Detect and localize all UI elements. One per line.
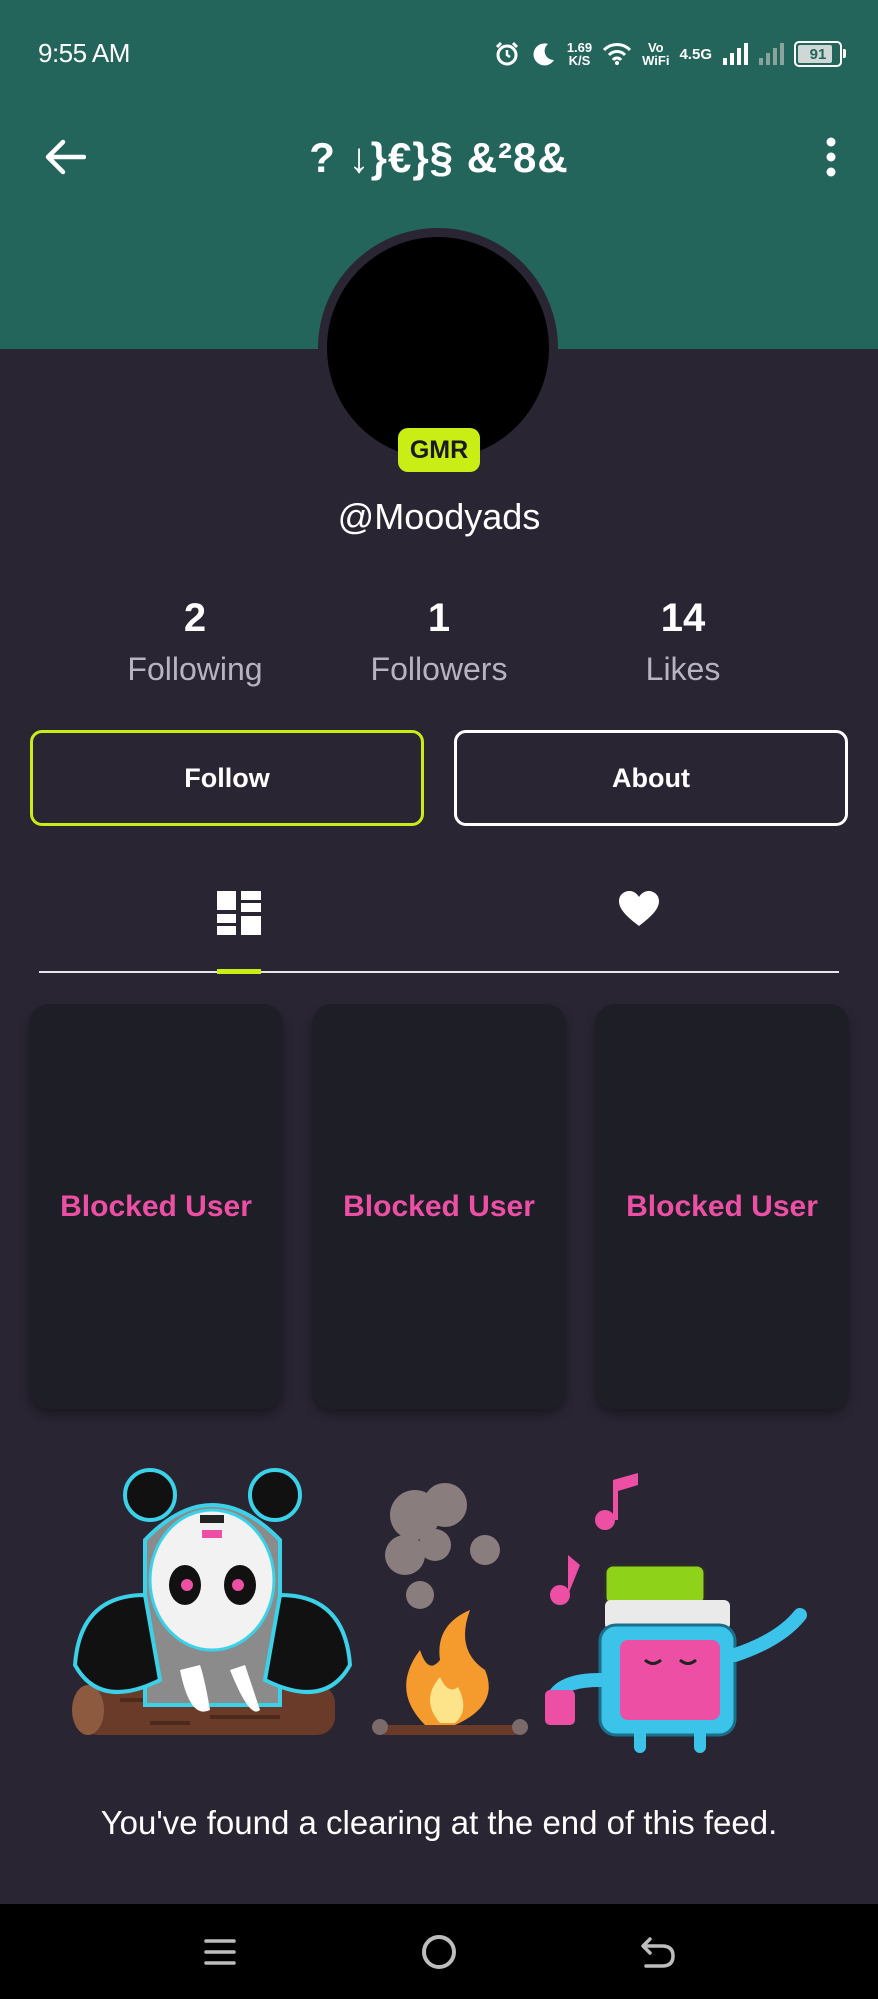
back-icon	[641, 1937, 675, 1968]
system-navigation-bar	[0, 1904, 878, 1999]
smoke-icon	[385, 1483, 500, 1609]
more-vertical-icon	[826, 137, 836, 177]
stat-label: Likes	[645, 651, 721, 687]
page-title: ? ↓}€}§ &²8&	[309, 134, 569, 181]
signal-icon	[723, 43, 748, 65]
blocked-user-label: Blocked User	[626, 1189, 818, 1223]
signal-weak-icon	[759, 43, 784, 65]
stat-value: 2	[183, 596, 207, 640]
end-of-feed-illustration	[72, 1468, 807, 1753]
tabs-divider	[39, 971, 839, 973]
moon-icon	[533, 43, 554, 66]
battery-icon: 91	[794, 41, 846, 67]
system-back-button[interactable]	[628, 1922, 688, 1982]
panda-character-icon	[72, 1468, 353, 1712]
stat-value: 14	[660, 596, 706, 640]
home-button[interactable]	[409, 1922, 469, 1982]
wifi-icon	[603, 43, 632, 65]
follow-button[interactable]: Follow	[30, 730, 424, 826]
grid-icon	[217, 891, 261, 935]
tab-selected-indicator	[217, 969, 261, 974]
blocked-user-label: Blocked User	[60, 1189, 252, 1223]
recent-apps-button[interactable]	[190, 1922, 250, 1982]
about-button[interactable]: About	[454, 730, 848, 826]
tab-posts[interactable]	[194, 860, 284, 970]
network-type: 4.5G	[679, 45, 712, 63]
grid-item[interactable]: Blocked User	[595, 1004, 849, 1409]
campfire-icon	[372, 1610, 528, 1735]
heart-icon	[619, 891, 659, 926]
status-icons: 1.69 K/S Vo WiFi 4.5G 91	[493, 36, 846, 72]
stat-label: Followers	[370, 651, 508, 687]
end-of-feed-message: You've found a clearing at the end of th…	[100, 1804, 778, 1841]
stat-following[interactable]: 2 Following	[75, 596, 315, 688]
tab-likes[interactable]	[594, 860, 684, 970]
stat-value: 1	[427, 596, 451, 640]
menu-icon	[204, 1939, 236, 1965]
stat-followers[interactable]: 1 Followers	[319, 596, 559, 688]
more-options-button[interactable]	[806, 132, 856, 182]
alarm-icon	[495, 41, 518, 66]
content-grid: Blocked User Blocked User Blocked User	[29, 1004, 849, 1409]
grid-item[interactable]: Blocked User	[312, 1004, 566, 1409]
blocked-user-label: Blocked User	[343, 1189, 535, 1223]
home-icon	[422, 1935, 456, 1969]
grid-item[interactable]: Blocked User	[29, 1004, 283, 1409]
stat-label: Following	[127, 651, 263, 687]
content-tabs	[39, 860, 839, 974]
battery-level: 91	[809, 45, 827, 63]
top-app-bar: ? ↓}€}§ &²8&	[0, 110, 878, 200]
stat-likes[interactable]: 14 Likes	[563, 596, 803, 688]
volte-indicator: Vo WiFi	[642, 40, 670, 68]
jam-jar-character-icon	[545, 1563, 807, 1753]
username: @Moodyads	[337, 496, 541, 537]
status-time: 9:55 AM	[38, 38, 130, 68]
status-bar: 9:55 AM 1.69 K/S Vo WiFi 4.5G 91	[0, 0, 878, 110]
gmr-badge: GMR	[398, 428, 480, 472]
network-speed: 1.69 K/S	[566, 40, 593, 68]
